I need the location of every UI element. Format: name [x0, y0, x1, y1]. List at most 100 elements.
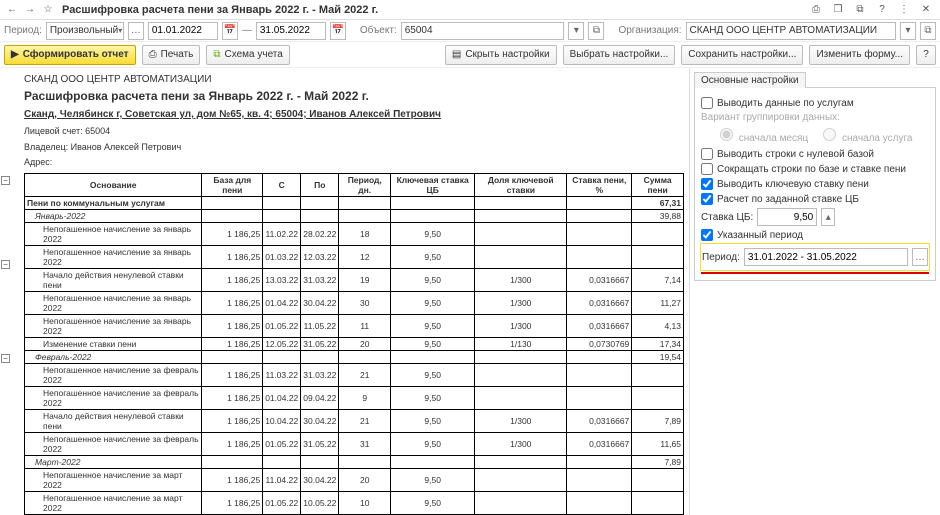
cell [632, 364, 684, 387]
cb-rate-input[interactable] [757, 208, 817, 226]
cell: 1 186,25 [202, 246, 263, 269]
cell: 01.04.22 [263, 292, 301, 315]
chk-by-service[interactable]: Выводить данные по услугам [701, 97, 929, 109]
save-settings-label: Сохранить настройки... [688, 49, 796, 60]
cell [567, 456, 632, 469]
settings-period-pick[interactable]: … [912, 248, 928, 266]
chk-by-service-label: Выводить данные по услугам [717, 98, 854, 109]
chk-key-rate[interactable]: Выводить ключевую ставку пени [701, 178, 929, 190]
table-row: Непогашенное начисление за март 20221 18… [25, 469, 684, 492]
object-pick[interactable]: ⧉ [588, 22, 604, 40]
cell: 20 [339, 338, 391, 351]
org-pick[interactable]: ⧉ [920, 22, 936, 40]
org-value: СКАНД ООО ЦЕНТР АВТОМАТИЗАЦИИ [690, 25, 878, 36]
table-row: Март-20227,89 [25, 456, 684, 469]
object-value: 65004 [405, 25, 433, 36]
collapse-node[interactable]: − [1, 176, 10, 185]
cell [567, 197, 632, 210]
star-icon[interactable]: ☆ [40, 2, 56, 18]
settings-period-label: Период: [702, 252, 740, 263]
collapse-node[interactable]: − [1, 260, 10, 269]
org-clear[interactable]: ▾ [900, 22, 916, 40]
chk-cb-calc[interactable]: Расчет по заданной ставке ЦБ [701, 193, 929, 205]
chk-shorten[interactable]: Сокращать строки по базе и ставке пени [701, 163, 929, 175]
group-label: Вариант группировки данных: [701, 112, 929, 123]
tab-main-settings[interactable]: Основные настройки [694, 72, 806, 88]
cell: Изменение ставки пени [25, 338, 202, 351]
table-row: Непогашенное начисление за март 20221 18… [25, 492, 684, 515]
chk-use-period[interactable]: Указанный период [701, 229, 929, 241]
cell: 10.05.22 [301, 492, 339, 515]
cell: Начало действия ненулевой ставки пени [25, 269, 202, 292]
col-header: По [301, 174, 339, 197]
cell [475, 210, 567, 223]
cell: 19,54 [632, 351, 684, 364]
object-input[interactable]: 65004 [401, 22, 565, 40]
col-header: Период, дн. [339, 174, 391, 197]
date-to-cal-icon[interactable]: 📅 [330, 22, 346, 40]
cell: 9,50 [391, 364, 475, 387]
cell [475, 387, 567, 410]
collapse-node[interactable]: − [1, 354, 10, 363]
cell: 67,31 [632, 197, 684, 210]
cell: 13.03.22 [263, 269, 301, 292]
cell: 9,50 [391, 246, 475, 269]
settings-period-input[interactable] [744, 248, 908, 266]
hide-settings-button[interactable]: ▤ Скрыть настройки [445, 45, 557, 65]
cell: Начало действия ненулевой ставки пени [25, 410, 202, 433]
schema-button[interactable]: ⧉ Схема учета [206, 45, 290, 65]
save-settings-button[interactable]: Сохранить настройки... [681, 45, 803, 65]
cell: 12 [339, 246, 391, 269]
cell: 30.04.22 [301, 292, 339, 315]
cell [263, 456, 301, 469]
cell: Непогашенное начисление за март 2022 [25, 469, 202, 492]
chk-zero-label: Выводить строки с нулевой базой [717, 149, 874, 160]
copy-icon[interactable]: ❐ [830, 2, 846, 18]
link-icon[interactable]: ⧉ [852, 2, 868, 18]
table-row: Непогашенное начисление за февраль 20221… [25, 387, 684, 410]
change-form-button[interactable]: Изменить форму... [809, 45, 910, 65]
period-ellipsis[interactable]: … [128, 22, 144, 40]
cell: Непогашенное начисление за февраль 2022 [25, 387, 202, 410]
cell: 9,50 [391, 469, 475, 492]
cell: Март-2022 [25, 456, 202, 469]
attach-icon[interactable]: ? [874, 2, 890, 18]
cell: 1 186,25 [202, 364, 263, 387]
cell: 31 [339, 433, 391, 456]
cell: Непогашенное начисление за январь 2022 [25, 292, 202, 315]
cell [475, 351, 567, 364]
help-button[interactable]: ? [916, 45, 936, 65]
org-input[interactable]: СКАНД ООО ЦЕНТР АВТОМАТИЗАЦИИ [686, 22, 896, 40]
print-button[interactable]: ⎙ Печать [142, 45, 201, 65]
cell: 9 [339, 387, 391, 410]
cell [567, 492, 632, 515]
table-row: Пени по коммунальным услугам67,31 [25, 197, 684, 210]
more-icon[interactable]: ⋮ [896, 2, 912, 18]
date-to-input[interactable] [256, 22, 326, 40]
cell [301, 197, 339, 210]
account-label: Лицевой счет: 65004 [24, 126, 681, 138]
cell [475, 223, 567, 246]
cb-spinner[interactable]: ▴ [821, 208, 835, 226]
print-icon[interactable]: ⎙ [808, 2, 824, 18]
forward-button[interactable]: → [22, 2, 38, 18]
report-org: СКАНД ООО ЦЕНТР АВТОМАТИЗАЦИИ [24, 74, 681, 85]
cell [475, 246, 567, 269]
object-clear[interactable]: ▾ [568, 22, 584, 40]
cell: 1 186,25 [202, 469, 263, 492]
cell: 31.05.22 [301, 338, 339, 351]
radio-month-first: сначала месяц [715, 125, 808, 144]
date-from-cal-icon[interactable]: 📅 [222, 22, 238, 40]
cell: 12.03.22 [301, 246, 339, 269]
choose-settings-button[interactable]: Выбрать настройки... [563, 45, 676, 65]
cell: 11 [339, 315, 391, 338]
table-row: Непогашенное начисление за февраль 20221… [25, 433, 684, 456]
date-from-input[interactable] [148, 22, 218, 40]
back-button[interactable]: ← [4, 2, 20, 18]
period-type-combo[interactable]: Произвольный▾ [46, 22, 124, 40]
close-icon[interactable]: ✕ [918, 2, 934, 18]
chk-zero-base[interactable]: Выводить строки с нулевой базой [701, 148, 929, 160]
schema-label: Схема учета [224, 49, 282, 60]
make-report-label: Сформировать отчет [23, 49, 129, 60]
make-report-button[interactable]: ▶ Сформировать отчет [4, 45, 136, 65]
